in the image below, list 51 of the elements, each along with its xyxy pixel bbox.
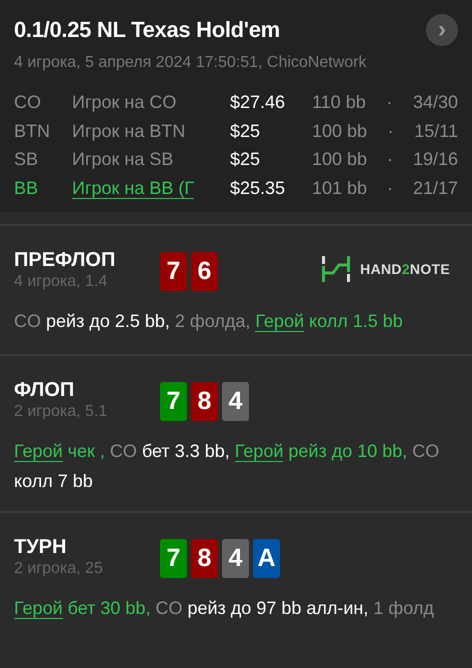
player-name: Игрок на CO [72, 92, 176, 112]
player-bb: 110 bb [312, 91, 366, 114]
street-name: ФЛОП [14, 378, 76, 402]
logo-text: HAND2NOTE [360, 260, 450, 278]
action-text: Герой чек , CO бет 3.3 bb, Герой рейз до 10 bb, CO колл 7 bb [14, 440, 440, 493]
card: 6 [191, 252, 218, 291]
player-position: SB [14, 148, 40, 171]
street-info: 4 игрока, 1.4 [14, 272, 108, 292]
player-stack: $27.46 [230, 91, 286, 114]
player-name: Игрок на SB [72, 149, 174, 169]
player-stack: $25 [230, 120, 262, 142]
card: 8 [191, 539, 218, 578]
player-stats: 19/16 [412, 148, 458, 171]
card: A [253, 539, 280, 578]
hero-link[interactable]: Герой [255, 311, 304, 332]
player-position: CO [14, 91, 42, 114]
action-text: CO рейз до 2.5 bb, 2 фолда, Герой колл 1.5 bb [14, 310, 404, 334]
player-stats: 15/11 [414, 120, 458, 142]
separator-dot: · [387, 148, 393, 171]
player-stack: $25.35 [230, 176, 286, 200]
player-stats: 34/30 [412, 91, 458, 114]
next-button[interactable]: › [426, 14, 458, 46]
street-name: ПРЕФЛОП [14, 248, 116, 272]
separator-dot: · [386, 91, 392, 114]
card: 7 [160, 252, 187, 291]
player-stack: $25 [230, 148, 262, 171]
card: 7 [160, 539, 187, 578]
street-name: ТУРН [14, 535, 68, 559]
separator-dot: · [387, 176, 393, 200]
player-bb: 100 bb [312, 120, 368, 142]
card: 4 [222, 382, 249, 421]
hero-link[interactable]: Герой [234, 441, 284, 462]
separator-dot: · [388, 120, 394, 142]
street-info: 2 игрока, 25 [14, 559, 104, 579]
player-name[interactable]: Игрок на BB (Г [72, 178, 194, 198]
street-info: 2 игрока, 5.1 [14, 402, 108, 422]
player-stats: 21/17 [412, 176, 458, 200]
player-position: BTN [14, 120, 51, 142]
action-text: Герой бет 30 bb, CO рейз до 97 bb алл-ин, 1 фолд [14, 597, 435, 621]
card: 4 [222, 539, 249, 578]
player-name: Игрок на BTN [72, 120, 186, 140]
card: 7 [160, 382, 187, 421]
hero-link[interactable]: Герой [14, 598, 63, 619]
hand-title: 0.1/0.25 NL Texas Hold'em [14, 16, 280, 44]
card: 8 [191, 382, 218, 421]
player-position: BB [14, 176, 40, 200]
player-bb: 101 bb [312, 176, 368, 200]
hand-subtitle: 4 игрока, 5 апреля 2024 17:50:51, ChicoNetwork [14, 53, 368, 73]
logo-icon [322, 256, 350, 282]
player-bb: 100 bb [312, 148, 368, 171]
hero-link[interactable]: Герой [14, 441, 63, 462]
